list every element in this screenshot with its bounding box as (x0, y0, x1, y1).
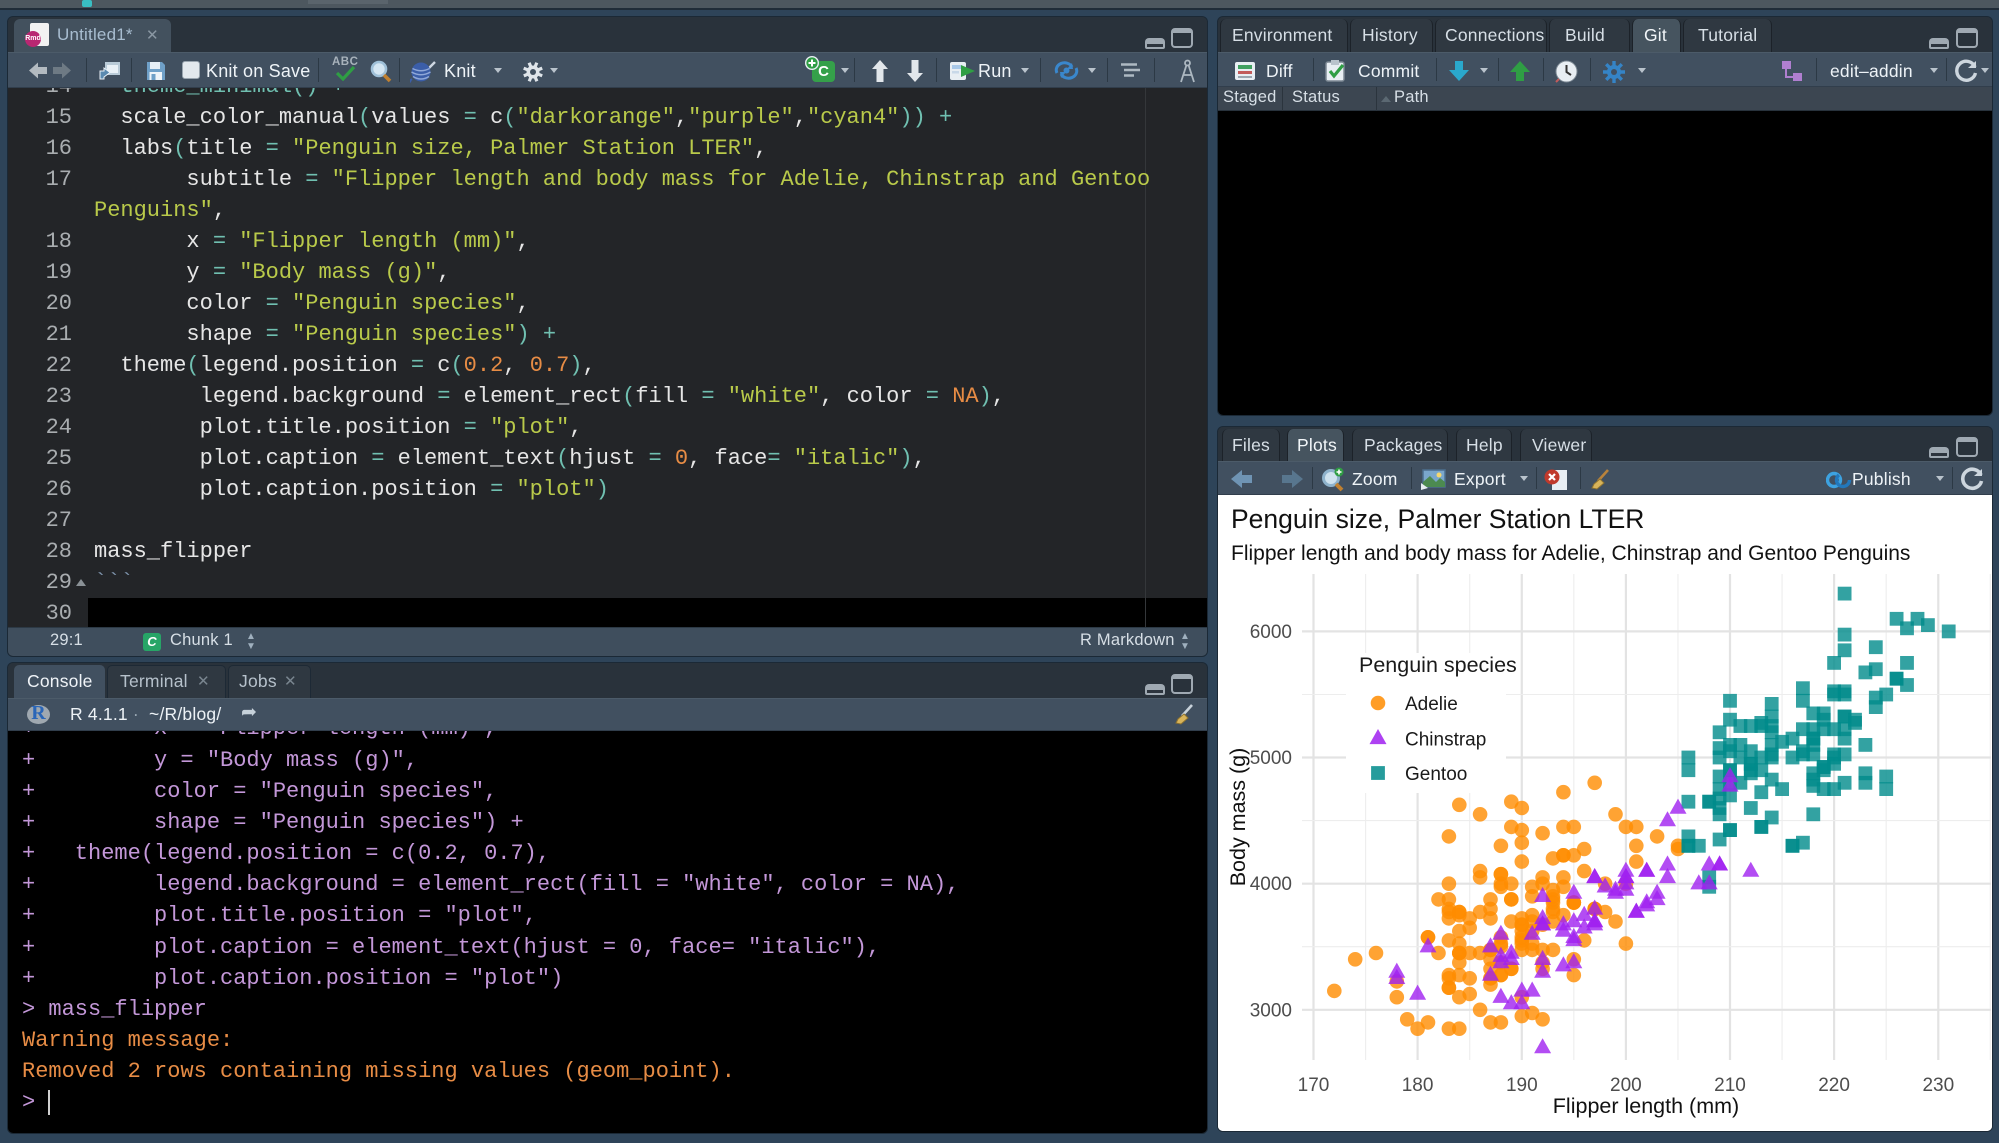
svg-text:5000: 5000 (1250, 748, 1292, 769)
svg-text:220: 220 (1818, 1075, 1850, 1096)
svg-text:3000: 3000 (1250, 1000, 1292, 1021)
svg-text:180: 180 (1402, 1075, 1434, 1096)
svg-text:210: 210 (1714, 1075, 1746, 1096)
svg-text:200: 200 (1610, 1075, 1642, 1096)
svg-text:230: 230 (1922, 1075, 1954, 1096)
svg-text:190: 190 (1506, 1075, 1538, 1096)
svg-text:Body mass (g): Body mass (g) (1226, 748, 1250, 887)
svg-text:Penguin size, Palmer Station L: Penguin size, Palmer Station LTER (1231, 504, 1644, 534)
svg-text:Flipper length and body mass f: Flipper length and body mass for Adelie,… (1231, 542, 1910, 565)
svg-text:Adelie: Adelie (1405, 694, 1458, 715)
svg-text:Penguin species: Penguin species (1359, 653, 1517, 677)
svg-text:Chinstrap: Chinstrap (1405, 730, 1486, 751)
svg-text:4000: 4000 (1250, 874, 1292, 895)
svg-text:Flipper length (mm): Flipper length (mm) (1553, 1094, 1739, 1118)
svg-text:Gentoo: Gentoo (1405, 764, 1467, 785)
svg-text:6000: 6000 (1250, 622, 1292, 643)
svg-text:170: 170 (1298, 1075, 1330, 1096)
